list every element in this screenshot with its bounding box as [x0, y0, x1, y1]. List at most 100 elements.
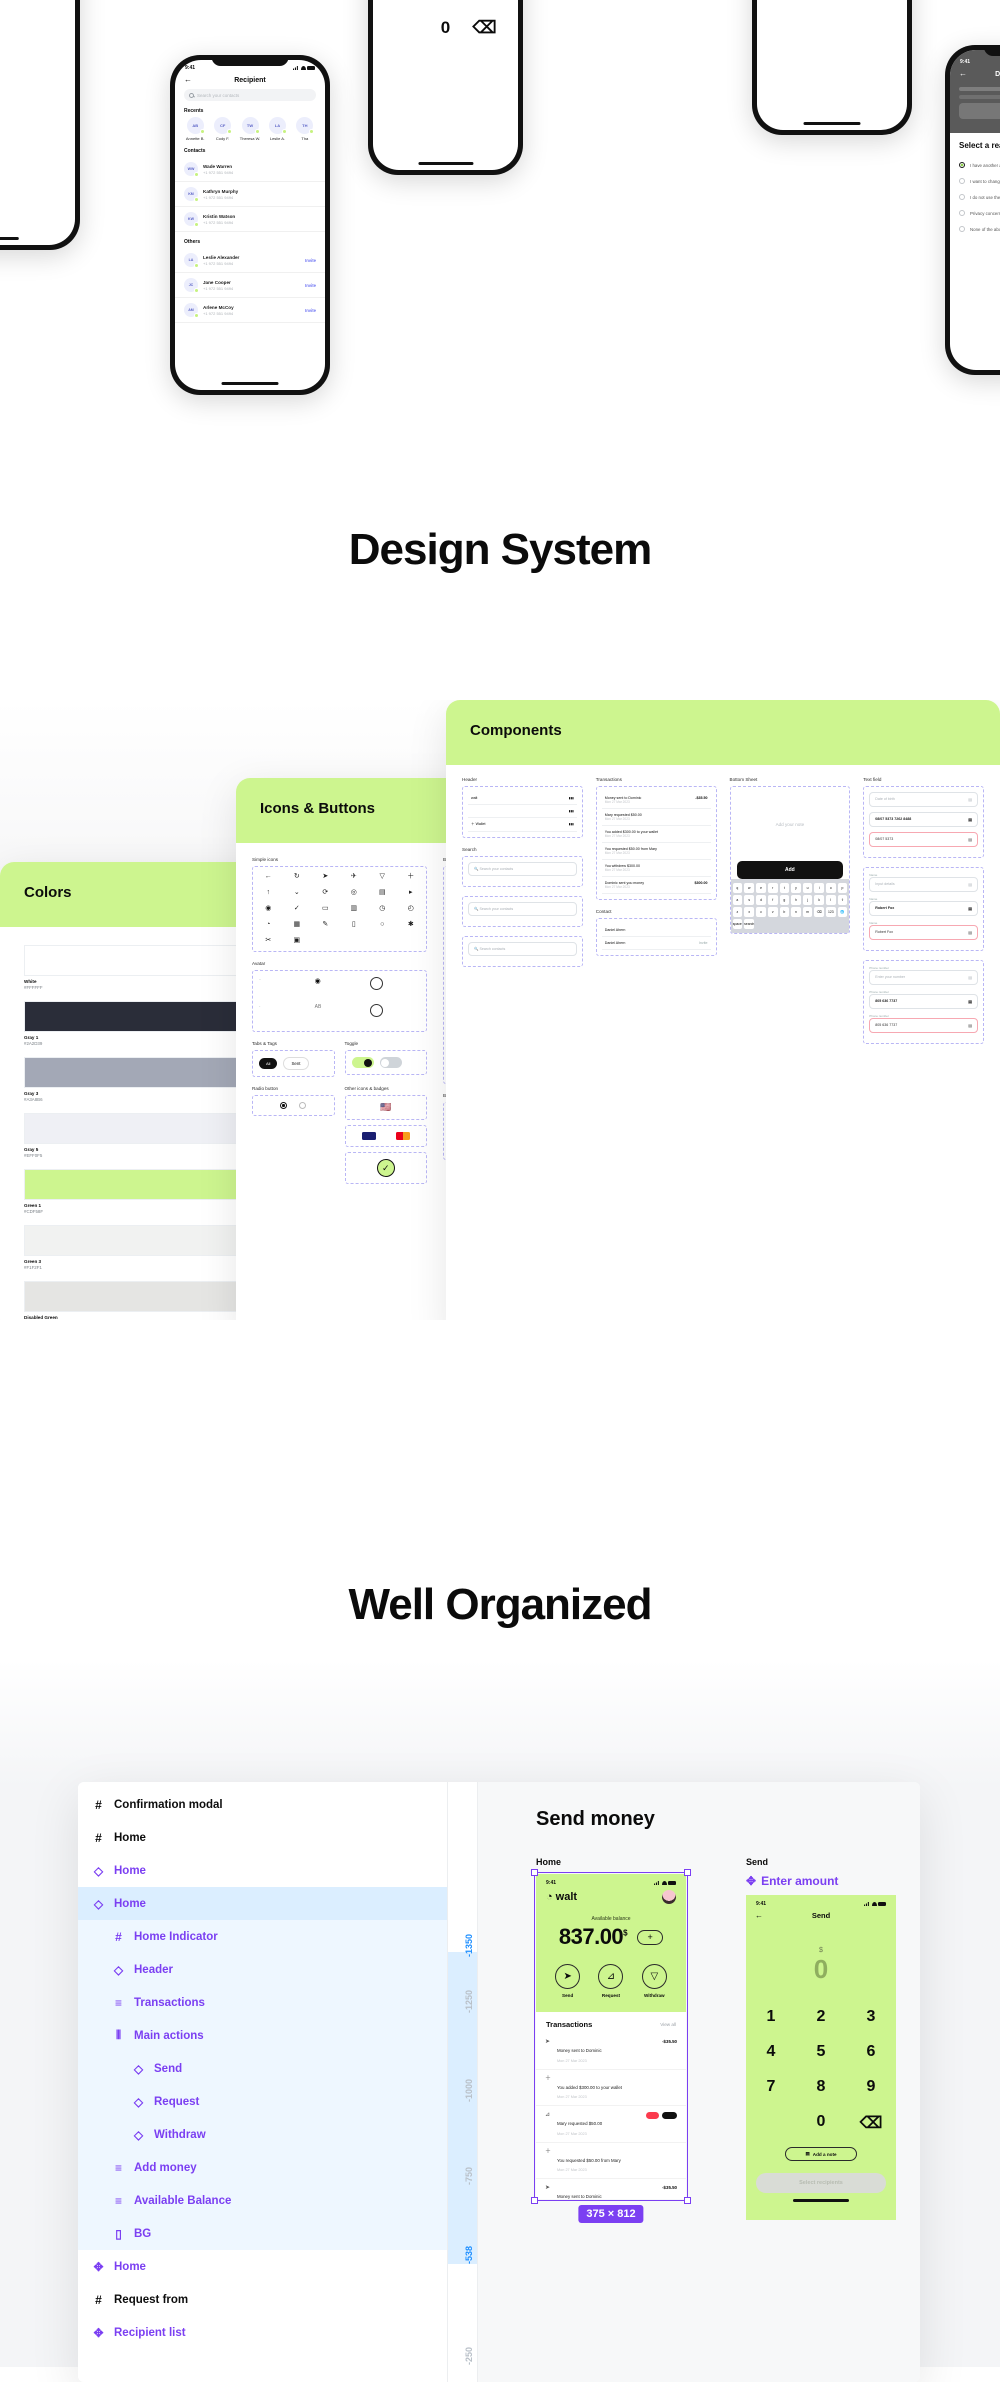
key[interactable]: k — [814, 895, 824, 905]
tag-sent[interactable]: Sent — [283, 1057, 309, 1070]
key[interactable]: ⌫ — [814, 907, 824, 917]
layers-panel[interactable]: # Confirmation modal # Home ◇ Home ◇ Hom… — [78, 1782, 448, 2382]
key[interactable]: h — [791, 895, 801, 905]
keypad-key[interactable]: 7 — [387, 0, 426, 4]
ui-icon[interactable]: ▣ — [288, 937, 307, 945]
keypad-key[interactable]: ⌫ — [465, 18, 504, 38]
keypad-key[interactable]: 0 — [796, 2113, 846, 2133]
key[interactable]: g — [779, 895, 790, 905]
add-note-button[interactable]: Add — [736, 861, 844, 879]
key[interactable]: space — [732, 919, 743, 929]
add-note-button[interactable]: ▤ Add a note — [785, 2147, 857, 2161]
layer-row[interactable]: ≡ Add money — [78, 2151, 447, 2184]
ios-keyboard-preview[interactable]: q w e r t y u i o p a s d f g h j k l ⇧ z x c v b n m ⌫ 123 🌐 space sea… — [730, 879, 850, 933]
key[interactable]: v — [767, 907, 778, 917]
ui-icon[interactable]: ＋ — [402, 873, 421, 881]
radio-option[interactable]: Privacy concerns — [959, 205, 1000, 221]
text-field[interactable]: Name Input details ▤ — [869, 873, 978, 892]
keypad-key[interactable]: 0 — [426, 18, 465, 38]
layer-row[interactable]: ◇ Request — [78, 2085, 447, 2118]
key[interactable]: e — [756, 883, 766, 893]
layer-row[interactable]: ◇ Header — [78, 1953, 447, 1986]
keypad-key[interactable]: 1 — [746, 2008, 796, 2026]
ui-icon[interactable]: ▸ — [402, 889, 421, 897]
keypad-key[interactable]: 2 — [796, 2008, 846, 2026]
list-item[interactable]: LA Leslie A. — [266, 117, 288, 141]
select-recipients-button[interactable]: Select recipients — [756, 2173, 886, 2193]
list-item[interactable]: WW Wade Warren +1 972 551 9494 — [175, 157, 325, 182]
radio-option[interactable]: I have another account — [959, 157, 1000, 173]
ui-icon[interactable]: ◴ — [402, 905, 421, 913]
keypad-key[interactable]: 5 — [796, 2043, 846, 2061]
numeric-keypad[interactable]: 1234567890⌫ — [373, 0, 518, 38]
ui-icon[interactable]: ▥ — [345, 905, 364, 913]
toggle-off[interactable] — [379, 1057, 402, 1068]
keypad-key[interactable]: 4 — [746, 2043, 796, 2061]
layer-row[interactable]: ◇ Home — [78, 1887, 447, 1920]
key[interactable]: d — [756, 895, 766, 905]
key[interactable]: j — [802, 895, 813, 905]
ui-icon[interactable]: ↻ — [288, 873, 307, 881]
text-field[interactable]: Phone number Enter your number ▤ — [869, 966, 978, 985]
list-item[interactable]: KM Kathryn Murphy +1 972 551 9494 — [175, 182, 325, 207]
frame-label-send[interactable]: Send — [746, 1857, 896, 1867]
component-badge-enter-amount[interactable]: ✥ Enter amount — [746, 1874, 896, 1888]
text-field[interactable]: 08/07 5373 ▤ — [869, 832, 978, 847]
search-field-preview[interactable]: 🔍 Search your contacts — [462, 896, 583, 927]
keypad-key[interactable] — [746, 2113, 796, 2133]
key[interactable]: a — [732, 895, 743, 905]
radio-unselected[interactable] — [299, 1102, 307, 1109]
ui-icon[interactable]: ✱ — [402, 921, 421, 929]
layer-row[interactable]: ⦀ Main actions — [78, 2019, 447, 2052]
keypad-key[interactable]: 6 — [846, 2043, 896, 2061]
layer-row[interactable]: ≡ Available Balance — [78, 2184, 447, 2217]
key[interactable]: 🌐 — [837, 907, 848, 917]
list-item[interactable]: LA Leslie Alexander +1 972 551 9494 Invi… — [175, 248, 325, 273]
text-field[interactable]: Name Robert Fox ▤ — [869, 897, 978, 916]
text-field[interactable]: 08/07 5373 7262 8488 ▤ — [869, 812, 978, 827]
ui-icon[interactable]: ▦ — [288, 921, 307, 929]
keypad-key[interactable] — [387, 18, 426, 38]
key[interactable]: z — [732, 907, 743, 917]
send-numeric-keypad[interactable]: 1 2 3 4 5 6 7 8 9 0 ⌫ — [746, 2008, 896, 2133]
ui-icon[interactable]: ▯ — [345, 921, 364, 929]
radio-option[interactable]: I want to change my username — [959, 173, 1000, 189]
radio-option[interactable]: None of the above — [959, 221, 1000, 237]
text-field[interactable]: Phone number 805 636 7737 ▤ — [869, 990, 978, 1009]
frame-home[interactable]: 9:41 ◔walt Available balance 837.00$ + — [531, 1869, 691, 2223]
layer-row[interactable]: # Request from — [78, 2283, 447, 2316]
resize-handle[interactable] — [531, 1869, 538, 1876]
ui-icon[interactable]: ◉ — [259, 905, 278, 913]
key[interactable]: m — [802, 907, 813, 917]
key[interactable]: u — [802, 883, 813, 893]
ui-icon[interactable]: ⟳ — [316, 889, 335, 897]
layer-row[interactable]: # Home Indicator — [78, 1920, 447, 1953]
keypad-key[interactable]: 8 — [796, 2078, 846, 2096]
list-item[interactable]: KW Kristin Watson +1 972 551 9494 — [175, 207, 325, 232]
resize-handle[interactable] — [531, 2197, 538, 2204]
layer-row[interactable]: ◇ Send — [78, 2052, 447, 2085]
keypad-key[interactable]: 3 — [846, 2008, 896, 2026]
layer-row[interactable]: ◇ Home — [78, 1854, 447, 1887]
ui-icon[interactable]: ✓ — [288, 905, 307, 913]
ui-icon[interactable]: ✈ — [345, 873, 364, 881]
list-item[interactable]: AB Annette B. — [184, 117, 206, 141]
ui-icon[interactable]: ◷ — [373, 905, 392, 913]
keypad-key[interactable]: 8 — [426, 0, 465, 4]
ui-icon[interactable]: ✂ — [259, 937, 278, 945]
ui-icon[interactable]: ⌄ — [288, 889, 307, 897]
key[interactable]: q — [732, 883, 743, 893]
key[interactable]: t — [779, 883, 790, 893]
search-field-preview[interactable]: 🔍 Search contacts — [462, 936, 583, 967]
contacts-search-input[interactable]: Search your contacts — [184, 89, 316, 101]
ui-icon[interactable]: ◔ — [259, 921, 278, 929]
ui-icon[interactable]: ▭ — [316, 905, 335, 913]
layer-row[interactable]: ≡ Transactions — [78, 1986, 447, 2019]
list-item[interactable]: JC Jane Cooper +1 972 551 9494 Invite — [175, 273, 325, 298]
ui-icon[interactable]: ◎ — [345, 889, 364, 897]
key[interactable]: s — [744, 895, 755, 905]
reason-option-list[interactable]: I have another account I want to change … — [959, 157, 1000, 237]
frame-label-home[interactable]: Home — [536, 1857, 686, 1867]
layer-row[interactable]: ✥ Recipient list — [78, 2316, 447, 2349]
text-field[interactable]: Phone number 805 636 7737 ▤ — [869, 1014, 978, 1033]
